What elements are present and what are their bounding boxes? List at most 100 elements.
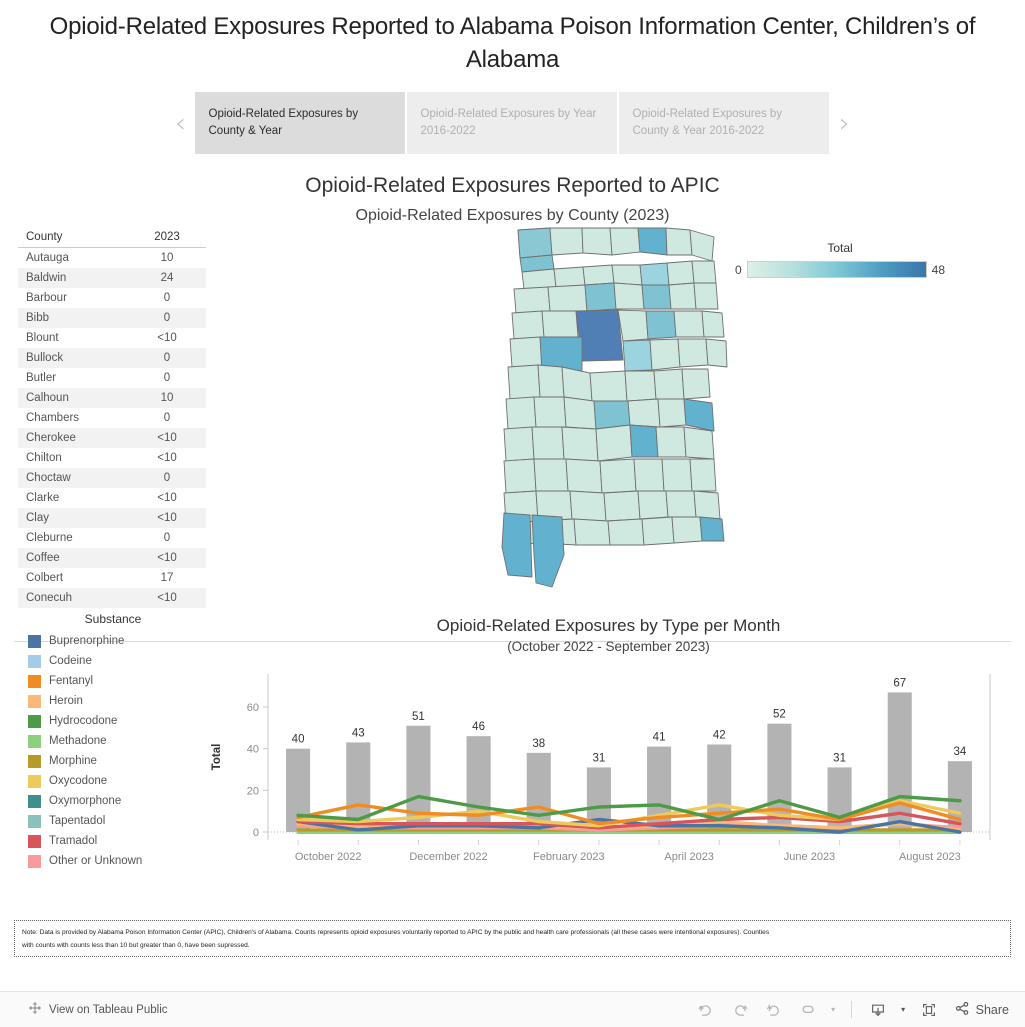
table-row[interactable]: Chambers 0 xyxy=(18,408,206,428)
legend-item[interactable]: Hydrocodone xyxy=(14,711,204,731)
table-row[interactable]: Clay <10 xyxy=(18,508,206,528)
cell-value: 24 xyxy=(160,272,174,284)
column-header-year[interactable]: 2023 xyxy=(128,231,206,243)
undo-icon[interactable] xyxy=(691,997,721,1023)
legend-item[interactable]: Other or Unknown xyxy=(14,851,204,871)
bar-value-label: 38 xyxy=(532,738,545,750)
legend-min-value: 0 xyxy=(735,262,742,277)
redo-icon[interactable] xyxy=(725,997,755,1023)
story-navigator: ‹ Opioid-Related Exposures by County & Y… xyxy=(0,92,1025,154)
cell-value: <10 xyxy=(157,452,177,464)
y-tick-label: 0 xyxy=(253,827,259,839)
cell-value: <10 xyxy=(157,512,177,524)
download-dropdown-caret-icon[interactable]: ▾ xyxy=(897,997,910,1023)
series-line[interactable] xyxy=(296,794,962,822)
lower-panel: Substance Buprenorphine Codeine Fentanyl He… xyxy=(0,610,1025,890)
bar-value-label: 43 xyxy=(352,727,365,739)
story-tab-0[interactable]: Opioid-Related Exposures by County & Yea… xyxy=(194,92,407,154)
bar[interactable] xyxy=(887,692,912,832)
table-row[interactable]: Choctaw 0 xyxy=(18,468,206,488)
table-row[interactable]: Barbour 0 xyxy=(18,288,206,308)
alabama-county-map[interactable] xyxy=(490,225,740,590)
upper-panel: County 2023 Autauga 10 Baldwin 24 Barbour 0 Bi… xyxy=(0,225,1025,610)
story-next-arrow-icon[interactable]: › xyxy=(831,92,859,154)
table-row[interactable]: Butler 0 xyxy=(18,368,206,388)
chart-plot-area[interactable]: 0 20 40 60 Total 40 43 51 46 38 31 41 42 52 31 67 34 Octo… xyxy=(200,660,1017,870)
legend-item[interactable]: Fentanyl xyxy=(14,671,204,691)
cell-county: Chilton xyxy=(26,452,62,464)
legend-item-label: Other or Unknown xyxy=(49,855,143,867)
legend-swatch-icon xyxy=(28,834,41,848)
table-row[interactable]: Cherokee <10 xyxy=(18,428,206,448)
legend-item[interactable]: Codeine xyxy=(14,651,204,671)
bar-value-label: 67 xyxy=(893,677,906,689)
table-row[interactable]: Colbert 17 xyxy=(18,568,206,588)
legend-item-label: Heroin xyxy=(49,695,83,707)
cell-value: <10 xyxy=(157,492,177,504)
table-row[interactable]: Coffee <10 xyxy=(18,548,206,568)
footnote-line-1: Note: Data is provided by Alabama Poison… xyxy=(22,929,770,936)
legend-item-label: Tramadol xyxy=(49,835,98,847)
legend-title: Total xyxy=(827,241,853,255)
legend-item[interactable]: Heroin xyxy=(14,691,204,711)
download-icon[interactable] xyxy=(863,997,893,1023)
cell-value: 0 xyxy=(163,372,171,384)
bar-value-label: 51 xyxy=(412,711,425,723)
county-table[interactable]: County 2023 Autauga 10 Baldwin 24 Barbour 0 Bi… xyxy=(18,229,206,608)
bar-value-label: 42 xyxy=(713,730,726,742)
cell-value: <10 xyxy=(157,552,177,564)
table-row[interactable]: Blount <10 xyxy=(18,328,206,348)
cell-value: 0 xyxy=(163,412,171,424)
story-tab-1[interactable]: Opioid-Related Exposures by Year 2016-20… xyxy=(406,92,619,154)
legend-item[interactable]: Buprenorphine xyxy=(14,631,204,651)
legend-gradient-bar[interactable] xyxy=(746,261,927,278)
table-row[interactable]: Clarke <10 xyxy=(18,488,206,508)
legend-item[interactable]: Morphine xyxy=(14,751,204,771)
y-tick-label: 40 xyxy=(247,744,259,756)
legend-item[interactable]: Tramadol xyxy=(14,831,204,851)
bar[interactable] xyxy=(466,736,491,832)
table-row[interactable]: Conecuh <10 xyxy=(18,588,206,608)
revert-icon[interactable] xyxy=(759,997,789,1023)
cell-county: Blount xyxy=(26,332,59,344)
cell-county: Chambers xyxy=(26,412,80,424)
table-row[interactable]: Cleburne 0 xyxy=(18,528,206,548)
table-row[interactable]: Calhoun 10 xyxy=(18,388,206,408)
tableau-toolbar: View on Tableau Public ▾ ▾ Share xyxy=(0,991,1025,1027)
table-row[interactable]: Autauga 10 xyxy=(18,248,206,268)
story-tab-2[interactable]: Opioid-Related Exposures by County & Yea… xyxy=(618,92,831,154)
legend-item[interactable]: Methadone xyxy=(14,731,204,751)
legend-swatch-icon xyxy=(28,674,41,688)
cell-county: Calhoun xyxy=(26,392,69,404)
bar-value-label: 41 xyxy=(653,732,666,744)
share-icon xyxy=(954,1000,971,1020)
story-prev-arrow-icon[interactable]: ‹ xyxy=(167,92,195,154)
legend-item-label: Tapentadol xyxy=(49,815,106,827)
refresh-icon[interactable] xyxy=(793,997,823,1023)
legend-item-label: Methadone xyxy=(49,735,107,747)
cell-value: <10 xyxy=(157,332,177,344)
view-on-tableau-public-label: View on Tableau Public xyxy=(49,1003,168,1016)
bar-value-label: 31 xyxy=(833,752,846,764)
legend-item[interactable]: Oxycodone xyxy=(14,771,204,791)
chart-svg: 0 20 40 60 Total 40 43 51 46 38 31 41 42 52 31 67 34 Octo… xyxy=(211,674,991,863)
legend-item[interactable]: Oxymorphone xyxy=(14,791,204,811)
cell-county: Clarke xyxy=(26,492,60,504)
legend-item[interactable]: Tapentadol xyxy=(14,811,204,831)
legend-item-label: Hydrocodone xyxy=(49,715,118,727)
tableau-logo-icon xyxy=(28,1001,42,1018)
x-tick-label: June 2023 xyxy=(784,851,835,863)
table-row[interactable]: Baldwin 24 xyxy=(18,268,206,288)
table-row[interactable]: Bibb 0 xyxy=(18,308,206,328)
legend-max-value: 48 xyxy=(931,262,945,277)
view-on-tableau-public-button[interactable]: View on Tableau Public xyxy=(28,1001,168,1018)
legend-item-label: Buprenorphine xyxy=(49,635,125,647)
fullscreen-icon[interactable] xyxy=(914,997,944,1023)
table-row[interactable]: Chilton <10 xyxy=(18,448,206,468)
x-tick-label: December 2022 xyxy=(409,851,487,863)
table-row[interactable]: Bullock 0 xyxy=(18,348,206,368)
chart-title: Opioid-Related Exposures by Type per Mon… xyxy=(436,616,781,635)
share-button[interactable]: Share xyxy=(954,1000,1009,1020)
refresh-dropdown-caret-icon[interactable]: ▾ xyxy=(827,997,840,1023)
column-header-county[interactable]: County xyxy=(18,231,128,243)
